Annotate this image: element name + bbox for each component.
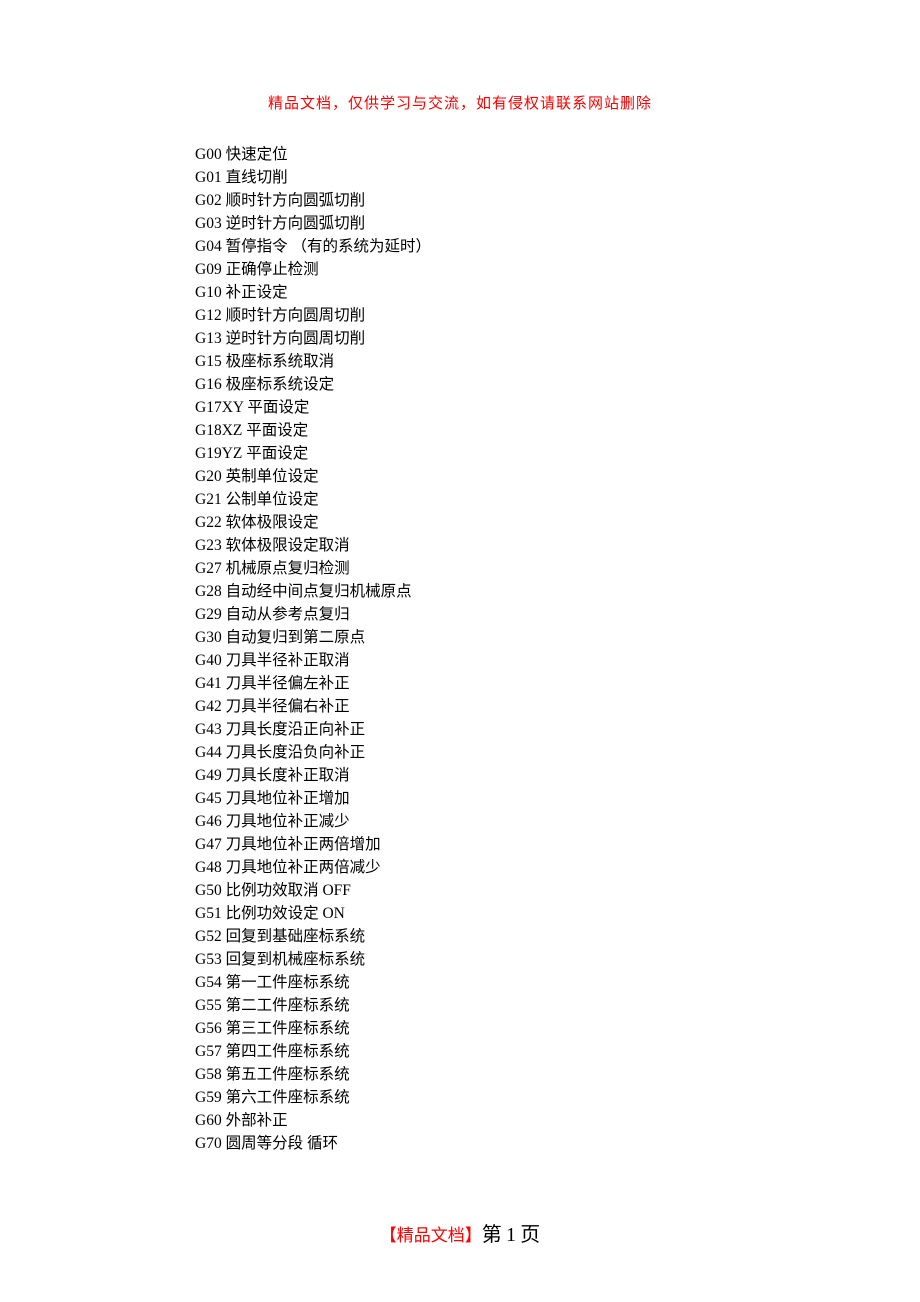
code-line: G40 刀具半径补正取消	[195, 649, 920, 672]
code-line: G46 刀具地位补正减少	[195, 810, 920, 833]
code-line: G45 刀具地位补正增加	[195, 787, 920, 810]
code-line: G19YZ 平面设定	[195, 442, 920, 465]
code-line: G17XY 平面设定	[195, 396, 920, 419]
code-line: G16 极座标系统设定	[195, 373, 920, 396]
code-line: G21 公制单位设定	[195, 488, 920, 511]
code-line: G54 第一工件座标系统	[195, 971, 920, 994]
page-suffix: 页	[520, 1224, 540, 1246]
header-text: 精品文档，仅供学习与交流，如有侵权请联系网站删除	[268, 96, 652, 112]
footer-label: 【精品文档】	[380, 1226, 482, 1245]
code-line: G60 外部补正	[195, 1109, 920, 1132]
code-line: G59 第六工件座标系统	[195, 1086, 920, 1109]
code-line: G52 回复到基础座标系统	[195, 925, 920, 948]
code-line: G50 比例功效取消 OFF	[195, 879, 920, 902]
code-line: G03 逆时针方向圆弧切削	[195, 212, 920, 235]
code-line: G44 刀具长度沿负向补正	[195, 741, 920, 764]
code-line: G43 刀具长度沿正向补正	[195, 718, 920, 741]
code-line: G53 回复到机械座标系统	[195, 948, 920, 971]
code-line: G41 刀具半径偏左补正	[195, 672, 920, 695]
code-line: G18XZ 平面设定	[195, 419, 920, 442]
code-line: G55 第二工件座标系统	[195, 994, 920, 1017]
header-notice: 精品文档，仅供学习与交流，如有侵权请联系网站删除	[0, 0, 920, 113]
code-line: G70 圆周等分段 循环	[195, 1132, 920, 1155]
code-line: G28 自动经中间点复归机械原点	[195, 580, 920, 603]
code-line: G12 顺时针方向圆周切削	[195, 304, 920, 327]
code-line: G42 刀具半径偏右补正	[195, 695, 920, 718]
code-line: G02 顺时针方向圆弧切削	[195, 189, 920, 212]
code-line: G01 直线切削	[195, 166, 920, 189]
code-line: G58 第五工件座标系统	[195, 1063, 920, 1086]
code-line: G20 英制单位设定	[195, 465, 920, 488]
code-line: G09 正确停止检测	[195, 258, 920, 281]
code-line: G13 逆时针方向圆周切削	[195, 327, 920, 350]
content-body: G00 快速定位 G01 直线切削 G02 顺时针方向圆弧切削 G03 逆时针方…	[0, 113, 920, 1155]
footer: 【精品文档】第 1 页	[0, 1218, 920, 1247]
code-line: G30 自动复归到第二原点	[195, 626, 920, 649]
code-line: G49 刀具长度补正取消	[195, 764, 920, 787]
page-number: 1	[506, 1224, 516, 1246]
page-prefix: 第	[482, 1224, 502, 1246]
code-line: G51 比例功效设定 ON	[195, 902, 920, 925]
code-line: G10 补正设定	[195, 281, 920, 304]
code-line: G48 刀具地位补正两倍减少	[195, 856, 920, 879]
code-line: G27 机械原点复归检测	[195, 557, 920, 580]
code-line: G47 刀具地位补正两倍增加	[195, 833, 920, 856]
code-line: G29 自动从参考点复归	[195, 603, 920, 626]
code-line: G23 软体极限设定取消	[195, 534, 920, 557]
code-line: G57 第四工件座标系统	[195, 1040, 920, 1063]
code-line: G56 第三工件座标系统	[195, 1017, 920, 1040]
code-line: G00 快速定位	[195, 143, 920, 166]
code-line: G15 极座标系统取消	[195, 350, 920, 373]
code-line: G04 暂停指令 （有的系统为延时）	[195, 235, 920, 258]
code-line: G22 软体极限设定	[195, 511, 920, 534]
